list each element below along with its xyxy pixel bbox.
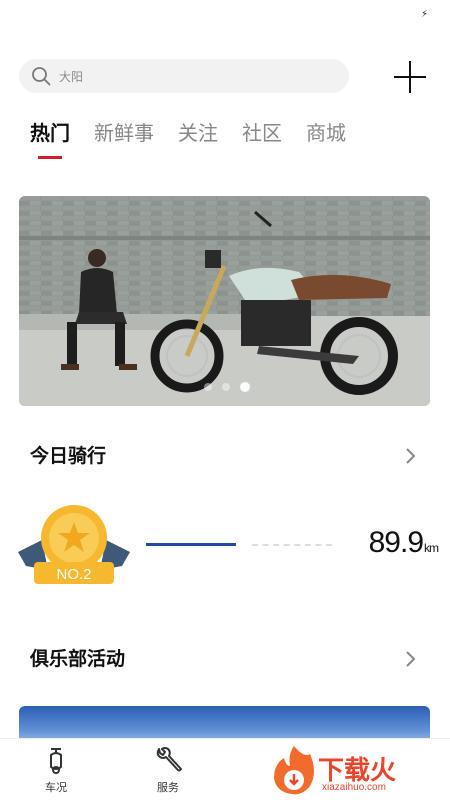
distance-progress-remaining — [252, 544, 332, 546]
tab-bar: 热门 新鲜事 关注 社区 商城 — [30, 120, 370, 164]
tab-indicator — [38, 156, 62, 159]
today-riding-header[interactable]: 今日骑行 — [30, 441, 425, 471]
riding-summary: NO.2 89.9km — [18, 500, 439, 600]
banner-image — [19, 196, 430, 406]
distance-number: 89.9 — [368, 526, 424, 559]
rank-medal-icon: NO.2 — [18, 505, 130, 584]
distance-value: 89.9km — [368, 526, 439, 560]
today-riding-title: 今日骑行 — [30, 445, 107, 467]
nav-service-label: 服务 — [157, 781, 179, 794]
plus-icon[interactable] — [394, 61, 426, 93]
tab-follow[interactable]: 关注 — [178, 120, 218, 164]
banner-carousel[interactable] — [19, 196, 430, 406]
carousel-dot[interactable] — [204, 383, 212, 391]
watermark-logo: 下载火 xiazaihuo.com — [266, 742, 436, 798]
flash-icon: ⚡ — [420, 9, 428, 20]
tab-news[interactable]: 新鲜事 — [94, 120, 154, 164]
carousel-dot[interactable] — [222, 383, 230, 391]
rank-badge-text: NO.2 — [56, 566, 91, 583]
search-bar[interactable]: 大阳 — [19, 59, 349, 93]
flame-logo-icon — [274, 746, 314, 795]
scooter-icon — [50, 748, 62, 774]
distance-unit: km — [424, 541, 439, 555]
search-icon — [32, 67, 51, 86]
tab-mall[interactable]: 商城 — [306, 120, 346, 164]
nav-vehicle-status[interactable]: 车况 — [26, 745, 86, 795]
wrench-icon — [156, 747, 182, 772]
club-activities-header[interactable]: 俱乐部活动 — [30, 644, 425, 674]
carousel-dots — [204, 382, 250, 392]
nav-vehicle-status-label: 车况 — [45, 781, 67, 794]
tab-community[interactable]: 社区 — [242, 120, 282, 164]
nav-service[interactable]: 服务 — [138, 745, 198, 795]
carousel-dot-active[interactable] — [240, 382, 250, 392]
club-activities-title: 俱乐部活动 — [30, 648, 126, 670]
chevron-right-icon — [406, 448, 416, 464]
status-bar: ⚡ — [0, 0, 450, 30]
search-placeholder: 大阳 — [59, 70, 84, 84]
distance-progress-bar — [146, 543, 236, 546]
watermark-domain: xiazaihuo.com — [322, 782, 386, 793]
chevron-right-icon — [406, 651, 416, 667]
